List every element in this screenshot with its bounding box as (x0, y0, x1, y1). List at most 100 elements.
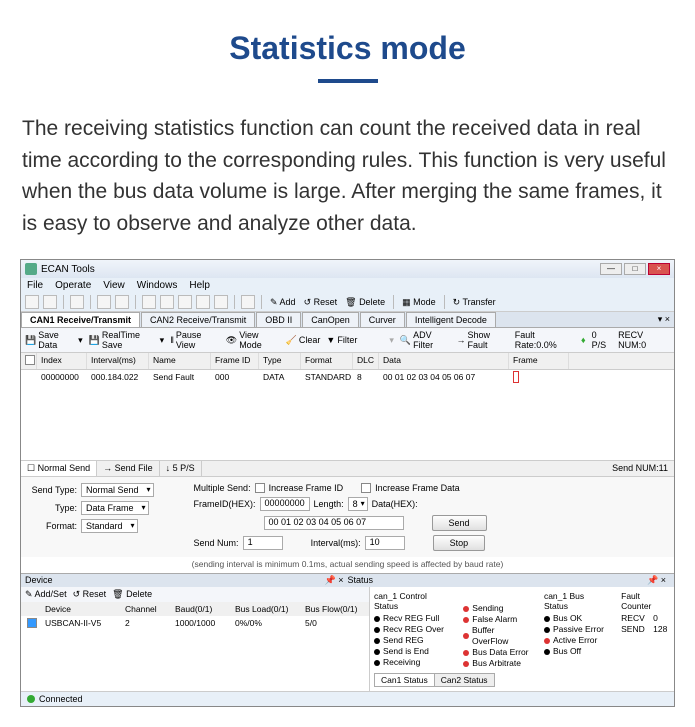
device-check[interactable] (27, 618, 37, 628)
dev-addset[interactable]: ✎ Add/Set (25, 589, 67, 600)
maximize-button[interactable]: □ (624, 263, 646, 275)
recv-num: RECV NUM:0 (618, 330, 670, 350)
tab-curver[interactable]: Curver (360, 312, 405, 327)
tab-decode[interactable]: Intelligent Decode (406, 312, 496, 327)
col-frameid[interactable]: Frame ID (211, 353, 259, 369)
col-index[interactable]: Index (37, 353, 87, 369)
close-button[interactable]: × (648, 263, 670, 275)
tb-stop-icon[interactable] (115, 295, 129, 309)
title-underline (318, 79, 378, 83)
description: The receiving statistics function can co… (0, 103, 695, 259)
col-interval[interactable]: Interval(ms) (87, 353, 149, 369)
send-button[interactable]: Send (432, 515, 487, 531)
tabs-close[interactable]: ▾ × (658, 314, 670, 325)
type-select[interactable]: Data Frame (81, 501, 149, 515)
menu-view[interactable]: View (103, 280, 125, 291)
frameid-input[interactable]: 00000000 (260, 497, 310, 511)
stat-tab-can1[interactable]: Can1 Status (374, 673, 435, 687)
pause-view[interactable]: ‖ Pause View (170, 330, 220, 350)
send-num: Send NUM:11 (606, 461, 674, 476)
tb-mode[interactable]: ▦ Mode (400, 297, 438, 308)
tb-pause-icon[interactable] (97, 295, 111, 309)
statusbar: Connected (21, 691, 674, 706)
tab-send-file[interactable]: → Send File (97, 461, 160, 476)
tb-tool-icon[interactable] (160, 295, 174, 309)
app-icon (25, 263, 37, 275)
interval-input[interactable]: 10 (365, 536, 405, 550)
send-panel: Send Type:Normal Send Type:Data Frame Fo… (21, 476, 674, 557)
status-pin-icon[interactable]: 📌 × (643, 575, 670, 586)
length-select[interactable]: 8 (348, 497, 368, 511)
realtime-save[interactable]: 💾 RealTime Save ▾ (89, 330, 165, 350)
frame-highlight (513, 371, 519, 383)
tab-can1[interactable]: CAN1 Receive/Transmit (21, 312, 140, 327)
sendnum-input[interactable]: 1 (243, 536, 283, 550)
col-dlc[interactable]: DLC (353, 353, 379, 369)
app-window: ECAN Tools — □ × File Operate View Windo… (20, 259, 675, 707)
tab-normal-send[interactable]: ☐ Normal Send (21, 461, 97, 476)
col-name[interactable]: Name (149, 353, 211, 369)
sendtype-select[interactable]: Normal Send (81, 483, 154, 497)
inc-frameid-check[interactable] (255, 483, 265, 493)
dev-col-baud: Baud(0/1) (169, 602, 229, 616)
menu-operate[interactable]: Operate (55, 280, 91, 291)
dev-delete[interactable]: 🗑 Delete (112, 589, 152, 600)
sub-toolbar: 💾 Save Data ▾ 💾 RealTime Save ▾ ‖ Pause … (21, 328, 674, 353)
tb-icon-1[interactable] (25, 295, 39, 309)
device-pin-icon[interactable]: 📌 × (321, 575, 348, 586)
tb-zoom-icon[interactable] (142, 295, 156, 309)
tab-obd[interactable]: OBD II (256, 312, 301, 327)
tab-canopen[interactable]: CanOpen (302, 312, 359, 327)
tb-cut-icon[interactable] (178, 295, 192, 309)
col-frame[interactable]: Frame (509, 353, 569, 369)
data-grid: Index Interval(ms) Name Frame ID Type Fo… (21, 353, 674, 460)
tb-reset[interactable]: ↺ Reset (302, 297, 340, 308)
send-note: (sending interval is minimum 0.1ms, actu… (21, 557, 674, 573)
tb-delete[interactable]: 🗑 Delete (343, 297, 387, 308)
tb-icon-2[interactable] (43, 295, 57, 309)
tb-paste-icon[interactable] (214, 295, 228, 309)
stat-tab-can2[interactable]: Can2 Status (434, 673, 495, 687)
tab-can2[interactable]: CAN2 Receive/Transmit (141, 312, 255, 327)
dev-col-flow: Bus Flow(0/1) (299, 602, 369, 616)
ps-rate: 0 P/S (592, 330, 613, 350)
tb-copy-icon[interactable] (196, 295, 210, 309)
dev-col-load: Bus Load(0/1) (229, 602, 299, 616)
minimize-button[interactable]: — (600, 263, 622, 275)
status-header: Status (348, 575, 644, 586)
inc-framedata-check[interactable] (361, 483, 371, 493)
dev-reset[interactable]: ↺ Reset (73, 589, 107, 600)
tb-add[interactable]: ✎ Add (268, 297, 298, 308)
tb-save-icon[interactable] (70, 295, 84, 309)
connection-icon (27, 695, 35, 703)
table-row[interactable]: 00000000 000.184.022 Send Fault 000 DATA… (21, 370, 674, 384)
page-title: Statistics mode (20, 30, 675, 67)
tb-misc-icon[interactable] (241, 295, 255, 309)
status-panel: can_1 Control Status Recv REG Full Recv … (369, 587, 674, 691)
menu-windows[interactable]: Windows (137, 280, 178, 291)
view-mode[interactable]: 👁 View Mode (226, 330, 280, 350)
show-fault[interactable]: → Show Fault (456, 330, 508, 350)
clear-btn[interactable]: 🧹 Clear (286, 335, 321, 346)
col-format[interactable]: Format (301, 353, 353, 369)
tb-transfer[interactable]: ↻ Transfer (451, 297, 498, 308)
menu-help[interactable]: Help (189, 280, 210, 291)
menubar: File Operate View Windows Help (21, 278, 674, 293)
device-row[interactable]: USBCAN-II-V5 2 1000/1000 0%/0% 5/0 (21, 616, 369, 632)
format-select[interactable]: Standard (81, 519, 138, 533)
device-header: Device (25, 575, 321, 586)
window-title: ECAN Tools (41, 264, 95, 275)
col-data[interactable]: Data (379, 353, 509, 369)
adv-filter[interactable]: 🔍 ADV Filter (400, 330, 451, 350)
header-checkbox[interactable] (25, 355, 35, 365)
lower-tabs: ☐ Normal Send → Send File ↓ 5 P/S Send N… (21, 460, 674, 476)
connection-status: Connected (39, 694, 83, 704)
main-tabs: CAN1 Receive/Transmit CAN2 Receive/Trans… (21, 312, 674, 328)
stop-button[interactable]: Stop (433, 535, 486, 551)
filter-btn[interactable]: ▼ Filter (326, 335, 357, 345)
col-type[interactable]: Type (259, 353, 301, 369)
data-input[interactable]: 00 01 02 03 04 05 06 07 (264, 516, 404, 530)
main-toolbar: ✎ Add ↺ Reset 🗑 Delete ▦ Mode ↻ Transfer (21, 293, 674, 312)
menu-file[interactable]: File (27, 280, 43, 291)
save-data[interactable]: 💾 Save Data ▾ (25, 330, 83, 350)
